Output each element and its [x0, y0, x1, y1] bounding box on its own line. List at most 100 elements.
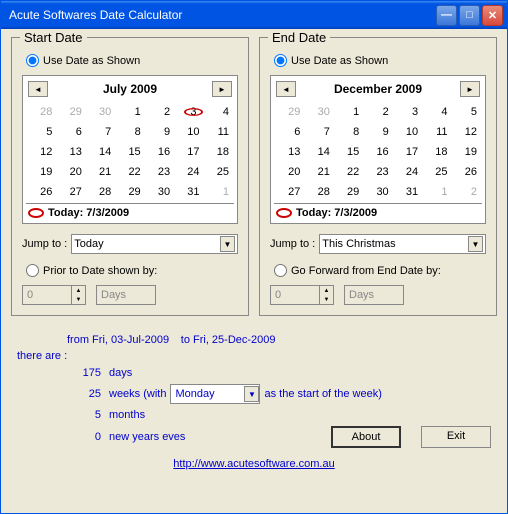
end-offset-spinner[interactable]: 0 ▲▼ [270, 285, 334, 305]
cal-day[interactable]: 18 [423, 143, 450, 161]
cal-day[interactable]: 30 [305, 103, 332, 121]
start-offset-spinner[interactable]: 0 ▲▼ [22, 285, 86, 305]
cal-day[interactable]: 18 [205, 143, 232, 161]
cal-day[interactable]: 4 [205, 103, 232, 121]
cal-day[interactable]: 31 [175, 183, 202, 201]
cal-day[interactable]: 29 [57, 103, 84, 121]
start-use-as-shown-radio[interactable] [26, 54, 39, 67]
start-prev-month-button[interactable]: ◄ [28, 81, 48, 97]
close-button[interactable]: ✕ [482, 5, 503, 26]
cal-day[interactable]: 26 [453, 163, 480, 181]
cal-day[interactable]: 22 [116, 163, 143, 181]
cal-day[interactable]: 11 [205, 123, 232, 141]
end-jump-select[interactable]: This Christmas ▼ [319, 234, 486, 254]
start-prior-label: Prior to Date shown by: [43, 265, 157, 277]
cal-day[interactable]: 29 [116, 183, 143, 201]
cal-day[interactable]: 17 [175, 143, 202, 161]
titlebar: Acute Softwares Date Calculator — □ ✕ [1, 1, 507, 29]
end-jump-value: This Christmas [322, 238, 395, 250]
cal-day[interactable]: 15 [335, 143, 362, 161]
cal-day[interactable]: 16 [364, 143, 391, 161]
cal-day[interactable]: 7 [87, 123, 114, 141]
cal-day[interactable]: 27 [57, 183, 84, 201]
cal-day[interactable]: 6 [57, 123, 84, 141]
cal-day[interactable]: 1 [423, 183, 450, 201]
minimize-button[interactable]: — [436, 5, 457, 26]
cal-day[interactable]: 19 [28, 163, 55, 181]
cal-day[interactable]: 24 [394, 163, 421, 181]
cal-day[interactable]: 13 [57, 143, 84, 161]
cal-day[interactable]: 25 [205, 163, 232, 181]
start-jump-select[interactable]: Today ▼ [71, 234, 238, 254]
cal-day[interactable]: 2 [453, 183, 480, 201]
start-unit-field: Days [96, 285, 156, 305]
cal-day[interactable]: 10 [175, 123, 202, 141]
end-prev-month-button[interactable]: ◄ [276, 81, 296, 97]
cal-day[interactable]: 16 [146, 143, 173, 161]
cal-day[interactable]: 29 [276, 103, 303, 121]
cal-day[interactable]: 2 [146, 103, 173, 121]
cal-day[interactable]: 24 [175, 163, 202, 181]
cal-day[interactable]: 14 [305, 143, 332, 161]
start-next-month-button[interactable]: ► [212, 81, 232, 97]
cal-day[interactable]: 11 [423, 123, 450, 141]
cal-day[interactable]: 3 [175, 103, 202, 121]
cal-day[interactable]: 26 [28, 183, 55, 201]
cal-day[interactable]: 5 [28, 123, 55, 141]
cal-day[interactable]: 25 [423, 163, 450, 181]
cal-day[interactable]: 28 [28, 103, 55, 121]
spinner-up-icon[interactable]: ▲ [71, 286, 85, 295]
spinner-down-icon[interactable]: ▼ [319, 295, 333, 304]
cal-day[interactable]: 22 [335, 163, 362, 181]
cal-day[interactable]: 27 [276, 183, 303, 201]
spinner-up-icon[interactable]: ▲ [319, 286, 333, 295]
cal-day[interactable]: 12 [28, 143, 55, 161]
cal-day[interactable]: 6 [276, 123, 303, 141]
maximize-button[interactable]: □ [459, 5, 480, 26]
cal-day[interactable]: 2 [364, 103, 391, 121]
cal-day[interactable]: 8 [335, 123, 362, 141]
end-use-as-shown-radio[interactable] [274, 54, 287, 67]
end-today-footer[interactable]: Today: 7/3/2009 [274, 203, 482, 220]
cal-day[interactable]: 14 [87, 143, 114, 161]
cal-day[interactable]: 13 [276, 143, 303, 161]
cal-day[interactable]: 30 [146, 183, 173, 201]
cal-day[interactable]: 8 [116, 123, 143, 141]
cal-day[interactable]: 1 [335, 103, 362, 121]
cal-day[interactable]: 28 [305, 183, 332, 201]
start-today-footer[interactable]: Today: 7/3/2009 [26, 203, 234, 220]
cal-day[interactable]: 5 [453, 103, 480, 121]
cal-day[interactable]: 1 [116, 103, 143, 121]
cal-day[interactable]: 10 [394, 123, 421, 141]
cal-day[interactable]: 20 [276, 163, 303, 181]
exit-button[interactable]: Exit [421, 426, 491, 448]
about-button[interactable]: About [331, 426, 401, 448]
start-prior-radio[interactable] [26, 264, 39, 277]
cal-day[interactable]: 17 [394, 143, 421, 161]
cal-day[interactable]: 30 [87, 103, 114, 121]
cal-day[interactable]: 23 [146, 163, 173, 181]
cal-day[interactable]: 29 [335, 183, 362, 201]
cal-day[interactable]: 28 [87, 183, 114, 201]
week-start-select[interactable]: Monday ▼ [170, 384, 260, 404]
cal-day[interactable]: 23 [364, 163, 391, 181]
cal-day[interactable]: 12 [453, 123, 480, 141]
cal-day[interactable]: 9 [146, 123, 173, 141]
website-link[interactable]: http://www.acutesoftware.com.au [173, 458, 334, 470]
cal-day[interactable]: 9 [364, 123, 391, 141]
cal-day[interactable]: 4 [423, 103, 450, 121]
cal-day[interactable]: 31 [394, 183, 421, 201]
cal-day[interactable]: 21 [87, 163, 114, 181]
website-link-row: http://www.acutesoftware.com.au [17, 458, 491, 470]
cal-day[interactable]: 7 [305, 123, 332, 141]
cal-day[interactable]: 30 [364, 183, 391, 201]
spinner-down-icon[interactable]: ▼ [71, 295, 85, 304]
cal-day[interactable]: 19 [453, 143, 480, 161]
cal-day[interactable]: 1 [205, 183, 232, 201]
cal-day[interactable]: 3 [394, 103, 421, 121]
cal-day[interactable]: 15 [116, 143, 143, 161]
cal-day[interactable]: 21 [305, 163, 332, 181]
end-next-month-button[interactable]: ► [460, 81, 480, 97]
cal-day[interactable]: 20 [57, 163, 84, 181]
end-forward-radio[interactable] [274, 264, 287, 277]
